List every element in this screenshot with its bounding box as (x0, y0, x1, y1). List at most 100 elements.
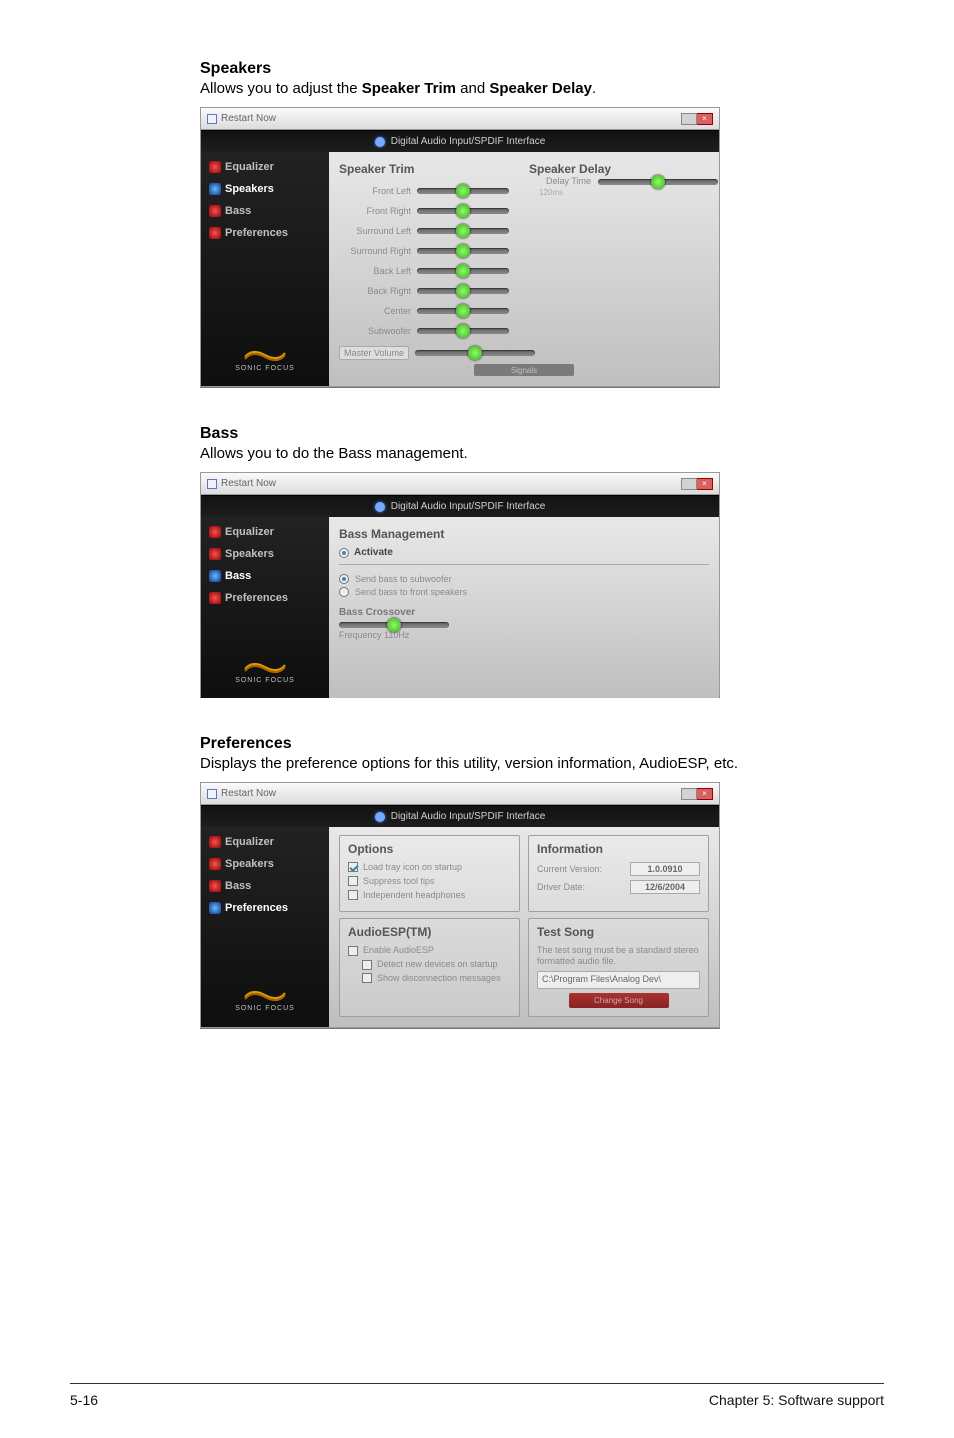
opt-load-tray[interactable]: Load tray icon on startup (348, 862, 511, 873)
activate-row[interactable]: Activate (339, 547, 709, 558)
sidebar-item-bass[interactable]: Bass (201, 565, 329, 587)
sidebar-item-equalizer[interactable]: Equalizer (201, 156, 329, 178)
options-box: Options Load tray icon on startup Suppre… (339, 835, 520, 912)
master-slider[interactable] (415, 350, 535, 356)
led-icon (209, 205, 221, 217)
slider-thumb[interactable] (456, 184, 470, 198)
crossover-slider[interactable] (339, 622, 449, 628)
slider-thumb[interactable] (456, 324, 470, 338)
slider[interactable] (417, 288, 509, 294)
sidebar-item-speakers[interactable]: Speakers (201, 543, 329, 565)
brand-logo: SONIC FOCUS (201, 971, 329, 1027)
window-titlebar: Restart Now × (201, 783, 719, 805)
sidebar-item-preferences[interactable]: Preferences (201, 897, 329, 919)
led-icon (209, 161, 221, 173)
led-icon (209, 592, 221, 604)
current-version-label: Current Version: (537, 864, 602, 874)
sidebar-item-preferences[interactable]: Preferences (201, 222, 329, 244)
jewel-icon (375, 812, 385, 822)
slider-thumb[interactable] (387, 618, 401, 632)
checkbox-icon[interactable] (348, 890, 358, 900)
slider-label: Surround Left (339, 226, 411, 236)
radio-icon[interactable] (339, 574, 349, 584)
led-icon (209, 880, 221, 892)
sidebar-item-speakers[interactable]: Speakers (201, 853, 329, 875)
close-button[interactable]: × (697, 478, 713, 490)
slider[interactable] (417, 208, 509, 214)
sidebar-label: Speakers (225, 183, 274, 195)
slider-thumb[interactable] (456, 304, 470, 318)
checkbox-icon[interactable] (362, 973, 372, 983)
sidebar-item-bass[interactable]: Bass (201, 875, 329, 897)
trim-front-left: Front Left (339, 182, 533, 200)
text: . (592, 80, 596, 97)
checkbox-label: Detect new devices on startup (377, 959, 498, 970)
slider-thumb[interactable] (456, 204, 470, 218)
driver-date-label: Driver Date: (537, 882, 585, 892)
esp-detect[interactable]: Detect new devices on startup (348, 959, 511, 970)
text: Speaker Trim (362, 80, 456, 97)
minimize-button[interactable] (681, 113, 697, 125)
sidebar-item-equalizer[interactable]: Equalizer (201, 521, 329, 543)
trim-center: Center (339, 302, 533, 320)
esp-enable[interactable]: Enable AudioESP (348, 945, 511, 956)
window-title: Restart Now (221, 788, 276, 799)
led-icon (209, 183, 221, 195)
sidebar-label: Bass (225, 880, 251, 892)
test-song-path[interactable]: C:\Program Files\Analog Dev\ (537, 971, 700, 989)
bass-opt-front[interactable]: Send bass to front speakers (339, 587, 709, 597)
slider-thumb[interactable] (651, 175, 665, 189)
checkbox-icon[interactable] (348, 876, 358, 886)
slider[interactable] (417, 248, 509, 254)
slider-thumb[interactable] (456, 264, 470, 278)
minimize-button[interactable] (681, 478, 697, 490)
sidebar-item-bass[interactable]: Bass (201, 200, 329, 222)
close-button[interactable]: × (697, 788, 713, 800)
esp-show-disconnect[interactable]: Show disconnection messages (348, 973, 511, 984)
checkbox-icon[interactable] (362, 960, 372, 970)
page-footer: 5-16 Chapter 5: Software support (70, 1383, 884, 1408)
radio-icon[interactable] (339, 587, 349, 597)
preferences-content: Options Load tray icon on startup Suppre… (329, 827, 719, 1027)
window-title: Restart Now (221, 478, 276, 489)
audioesp-header: AudioESP(TM) (348, 925, 511, 939)
sidebar-item-equalizer[interactable]: Equalizer (201, 831, 329, 853)
mode-row[interactable]: Digital Audio Input/SPDIF Interface (201, 805, 719, 827)
sidebar: Equalizer Speakers Bass Preferences SONI… (201, 152, 329, 386)
radio-label: Send bass to front speakers (355, 587, 467, 597)
slider[interactable] (417, 268, 509, 274)
master-volume-button[interactable]: Master Volume (339, 346, 409, 360)
sidebar-item-speakers[interactable]: Speakers (201, 178, 329, 200)
signals-button[interactable]: Signals (474, 364, 574, 376)
checkbox-label: Load tray icon on startup (363, 862, 462, 873)
delay-slider[interactable] (598, 179, 718, 185)
led-icon (209, 526, 221, 538)
sidebar-item-preferences[interactable]: Preferences (201, 587, 329, 609)
speakers-desc: Allows you to adjust the Speaker Trim an… (200, 80, 884, 97)
trim-subwoofer: Subwoofer (339, 322, 533, 340)
checkbox-icon[interactable] (348, 862, 358, 872)
bass-opt-subwoofer[interactable]: Send bass to subwoofer (339, 574, 709, 584)
slider[interactable] (417, 328, 509, 334)
slider[interactable] (417, 188, 509, 194)
change-song-button[interactable]: Change Song (569, 993, 669, 1008)
slider-thumb[interactable] (456, 224, 470, 238)
opt-suppress-tips[interactable]: Suppress tool tips (348, 876, 511, 887)
opt-independent-hp[interactable]: Independent headphones (348, 890, 511, 901)
slider[interactable] (417, 308, 509, 314)
trim-front-right: Front Right (339, 202, 533, 220)
mode-row[interactable]: Digital Audio Input/SPDIF Interface (201, 495, 719, 517)
minimize-button[interactable] (681, 788, 697, 800)
activate-radio-icon[interactable] (339, 548, 349, 558)
checkbox-icon[interactable] (348, 946, 358, 956)
brand-text: SONIC FOCUS (235, 677, 295, 684)
slider-thumb[interactable] (456, 244, 470, 258)
mode-row[interactable]: Digital Audio Input/SPDIF Interface (201, 130, 719, 152)
close-button[interactable]: × (697, 113, 713, 125)
slider-thumb[interactable] (456, 284, 470, 298)
chapter-label: Chapter 5: Software support (709, 1392, 884, 1408)
slider[interactable] (417, 228, 509, 234)
test-song-header: Test Song (537, 925, 700, 939)
checkbox-label: Independent headphones (363, 890, 465, 901)
slider-thumb[interactable] (468, 346, 482, 360)
